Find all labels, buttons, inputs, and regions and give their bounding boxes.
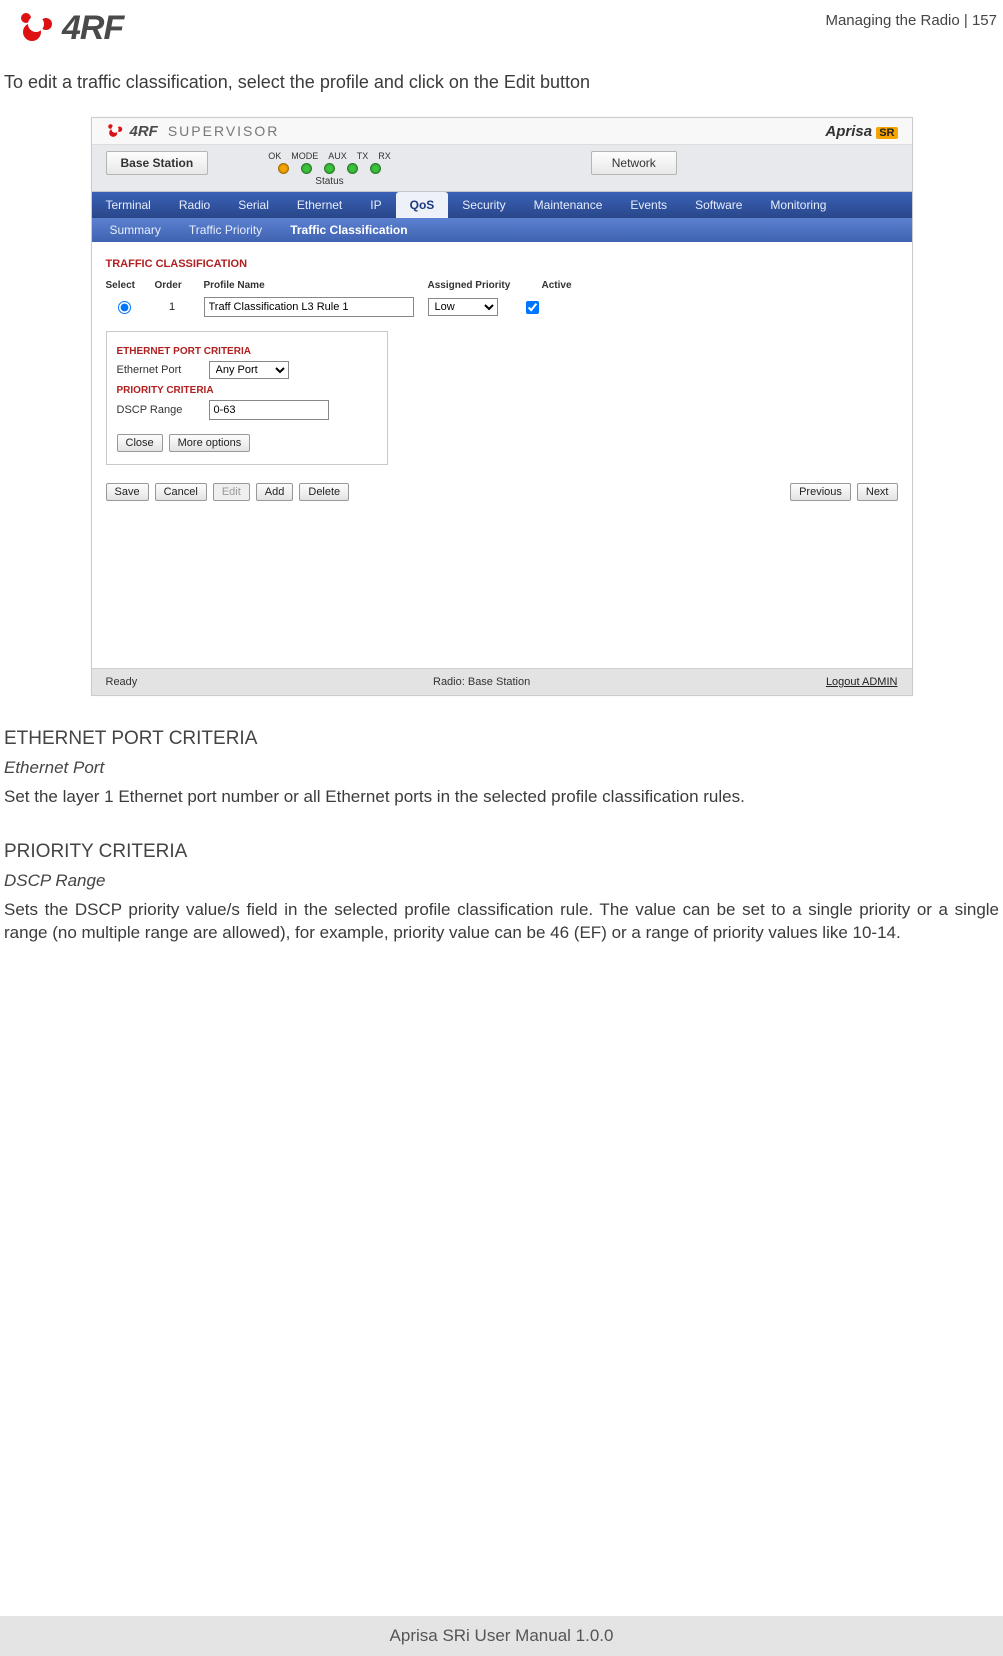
doc-prio-body: Sets the DSCP priority value/s field in … — [4, 899, 999, 945]
doc-prio-subtitle: DSCP Range — [4, 871, 1003, 891]
tab-maintenance[interactable]: Maintenance — [520, 192, 617, 218]
col-profile-name: Profile Name — [204, 280, 414, 291]
tab-qos[interactable]: QoS — [396, 192, 449, 218]
tab-software[interactable]: Software — [681, 192, 756, 218]
footer-ready: Ready — [106, 676, 138, 688]
app-screenshot: 4RF SUPERVISOR Aprisa SR Base Station OK… — [91, 117, 913, 696]
profile-name-input[interactable] — [204, 297, 414, 317]
intro-text: To edit a traffic classification, select… — [0, 72, 1003, 93]
brand-name: Aprisa — [825, 123, 872, 140]
col-active: Active — [542, 280, 582, 291]
delete-button[interactable]: Delete — [299, 483, 349, 501]
status-dot-icon — [301, 163, 312, 174]
brand-logo: 4RF — [16, 8, 123, 48]
eth-criteria-title: ETHERNET PORT CRITERIA — [117, 346, 377, 357]
logo-text: 4RF — [62, 9, 123, 48]
subtab-traffic-priority[interactable]: Traffic Priority — [175, 218, 276, 242]
subtab-summary[interactable]: Summary — [96, 218, 175, 242]
dscp-range-input[interactable] — [209, 400, 329, 420]
light-label: RX — [378, 151, 391, 161]
status-dot-icon — [347, 163, 358, 174]
dscp-range-label: DSCP Range — [117, 404, 197, 416]
nav-sub: Summary Traffic Priority Traffic Classif… — [92, 218, 912, 242]
status-lights: OK MODE AUX TX RX Status — [268, 151, 391, 187]
doc-eth-subtitle: Ethernet Port — [4, 758, 1003, 778]
tab-security[interactable]: Security — [448, 192, 519, 218]
footer-radio: Radio: Base Station — [433, 676, 530, 688]
network-button[interactable]: Network — [591, 151, 677, 175]
status-dot-icon — [324, 163, 335, 174]
base-station-button[interactable]: Base Station — [106, 151, 209, 175]
light-label: OK — [268, 151, 281, 161]
subtab-traffic-classification[interactable]: Traffic Classification — [276, 218, 421, 242]
eth-port-select[interactable]: Any Port — [209, 361, 289, 379]
mini-logo-text: 4RF — [130, 123, 158, 140]
page-footer: Aprisa SRi User Manual 1.0.0 — [0, 1616, 1003, 1656]
brand-label: Aprisa SR — [825, 123, 897, 140]
light-label: TX — [357, 151, 369, 161]
status-dot-icon — [370, 163, 381, 174]
tab-terminal[interactable]: Terminal — [92, 192, 165, 218]
priority-criteria-title: PRIORITY CRITERIA — [117, 385, 377, 396]
tab-ethernet[interactable]: Ethernet — [283, 192, 356, 218]
mini-logo-icon — [106, 122, 124, 140]
logout-link[interactable]: Logout ADMIN — [826, 676, 898, 688]
active-checkbox[interactable] — [526, 301, 539, 314]
doc-prio-title: PRIORITY CRITERIA — [4, 841, 1003, 863]
tab-monitoring[interactable]: Monitoring — [756, 192, 840, 218]
cancel-button[interactable]: Cancel — [155, 483, 207, 501]
tab-ip[interactable]: IP — [356, 192, 395, 218]
doc-eth-title: ETHERNET PORT CRITERIA — [4, 728, 1003, 750]
add-button[interactable]: Add — [256, 483, 294, 501]
light-label: MODE — [291, 151, 318, 161]
edit-button[interactable]: Edit — [213, 483, 250, 501]
select-radio[interactable] — [118, 301, 131, 314]
tab-events[interactable]: Events — [616, 192, 681, 218]
assigned-priority-select[interactable]: Low — [428, 298, 498, 316]
previous-button[interactable]: Previous — [790, 483, 851, 501]
col-assigned-priority: Assigned Priority — [428, 280, 528, 291]
doc-eth-body: Set the layer 1 Ethernet port number or … — [4, 786, 999, 809]
more-options-button[interactable]: More options — [169, 434, 251, 452]
status-label: Status — [315, 176, 343, 187]
col-order: Order — [155, 280, 190, 291]
table-row: 1 Low — [106, 297, 898, 317]
order-value: 1 — [155, 301, 190, 313]
nav-main: Terminal Radio Serial Ethernet IP QoS Se… — [92, 192, 912, 218]
eth-port-label: Ethernet Port — [117, 364, 197, 376]
light-label: AUX — [328, 151, 347, 161]
close-button[interactable]: Close — [117, 434, 163, 452]
criteria-panel: ETHERNET PORT CRITERIA Ethernet Port Any… — [106, 331, 388, 465]
page-header-right: Managing the Radio | 157 — [825, 12, 997, 29]
panel-section-title: TRAFFIC CLASSIFICATION — [106, 258, 898, 270]
tab-radio[interactable]: Radio — [165, 192, 224, 218]
next-button[interactable]: Next — [857, 483, 898, 501]
logo-icon — [16, 8, 56, 48]
supervisor-label: SUPERVISOR — [168, 123, 280, 139]
brand-suffix: SR — [876, 127, 897, 139]
status-dot-icon — [278, 163, 289, 174]
col-select: Select — [106, 280, 141, 291]
tab-serial[interactable]: Serial — [224, 192, 283, 218]
save-button[interactable]: Save — [106, 483, 149, 501]
